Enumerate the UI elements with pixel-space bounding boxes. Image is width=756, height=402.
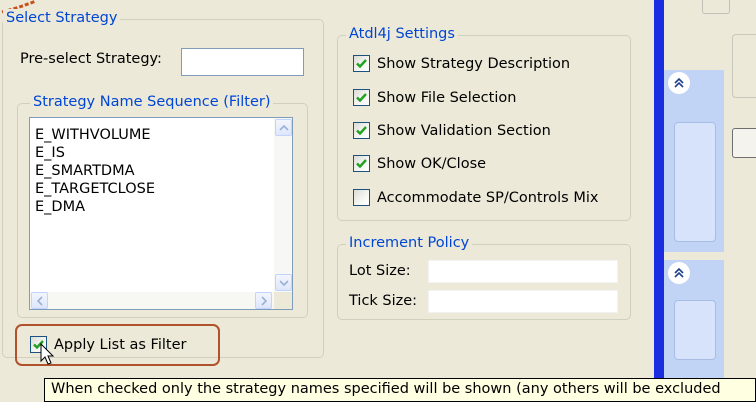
scrollbar-corner [274, 292, 292, 309]
vertical-scrollbar[interactable] [274, 118, 292, 293]
show-validation-section-checkbox[interactable] [353, 122, 370, 139]
apply-filter-tooltip: When checked only the strategy names spe… [44, 378, 756, 402]
increment-policy-title: Increment Policy [346, 234, 473, 252]
show-file-selection-checkbox[interactable] [353, 89, 370, 106]
background-top-button [702, 0, 730, 14]
list-item[interactable]: E_SMARTDMA [35, 162, 135, 180]
show-ok-close-checkbox[interactable] [353, 155, 370, 172]
background-inner-box-1 [674, 122, 716, 242]
atdl4j-settings-title: Atdl4j Settings [346, 25, 458, 43]
checkmark-icon [356, 126, 367, 136]
checkmark-icon [356, 59, 367, 69]
show-strategy-description-checkbox[interactable] [353, 55, 370, 72]
accommodate-sp-controls-label: Accommodate SP/Controls Mix [377, 190, 599, 206]
list-item[interactable]: E_WITHVOLUME [35, 126, 151, 144]
scroll-up-button[interactable] [275, 119, 292, 136]
collapse-button-2 [668, 262, 690, 284]
background-blue-panel-1 [664, 70, 724, 252]
show-file-selection-label: Show File Selection [377, 90, 517, 106]
preselect-strategy-label: Pre-select Strategy: [20, 51, 162, 67]
chevron-down-icon [279, 280, 289, 287]
collapse-button-1 [668, 72, 690, 94]
apply-filter-label: Apply List as Filter [54, 337, 187, 353]
checkmark-icon [356, 159, 367, 169]
scroll-left-button[interactable] [31, 292, 48, 309]
show-strategy-description-label: Show Strategy Description [377, 56, 571, 72]
chevron-right-icon [261, 296, 268, 306]
name-sequence-title: Strategy Name Sequence (Filter) [30, 93, 274, 111]
arrow-cursor-icon [40, 342, 55, 365]
chevron-up-icon [279, 124, 289, 131]
lot-size-label: Lot Size: [349, 263, 411, 279]
select-strategy-title: Select Strategy [3, 9, 121, 27]
scroll-down-button[interactable] [275, 274, 292, 291]
background-window-divider [654, 0, 664, 378]
background-inner-box-2 [674, 300, 716, 360]
double-chevron-up-icon [674, 77, 684, 88]
strategy-name-list[interactable]: E_WITHVOLUME E_IS E_SMARTDMA E_TARGETCLO… [29, 117, 293, 310]
tick-size-input[interactable] [428, 290, 618, 313]
horizontal-scrollbar[interactable] [30, 292, 274, 309]
double-chevron-up-icon [674, 267, 684, 278]
list-item[interactable]: E_IS [35, 144, 65, 162]
show-ok-close-label: Show OK/Close [377, 156, 487, 172]
show-validation-section-label: Show Validation Section [377, 123, 551, 139]
list-item[interactable]: E_TARGETCLOSE [35, 180, 155, 198]
checkmark-icon [356, 93, 367, 103]
chevron-left-icon [36, 296, 43, 306]
background-window-panel [664, 0, 756, 378]
accommodate-sp-controls-checkbox[interactable] [353, 189, 370, 206]
mouse-cursor [40, 342, 56, 367]
tick-size-label: Tick Size: [349, 293, 418, 309]
list-item[interactable]: E_DMA [35, 198, 85, 216]
background-expand-button [732, 128, 756, 158]
preselect-strategy-input[interactable] [181, 48, 304, 76]
background-side-box [732, 34, 756, 98]
lot-size-input[interactable] [428, 260, 618, 283]
background-blue-panel-2 [664, 260, 724, 378]
scroll-right-button[interactable] [255, 292, 272, 309]
